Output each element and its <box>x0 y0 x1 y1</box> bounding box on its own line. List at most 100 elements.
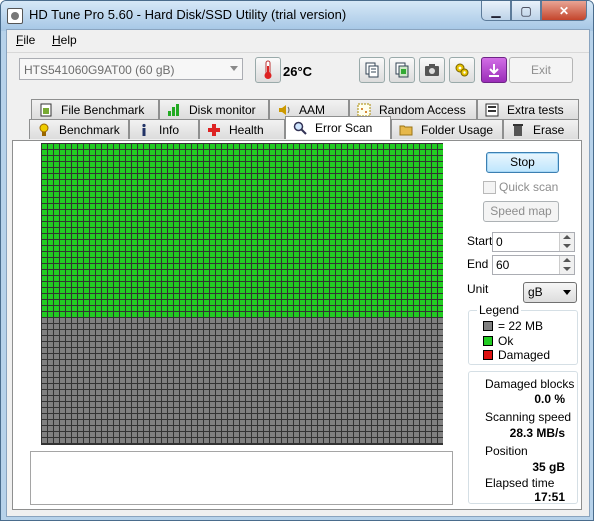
scan-block <box>138 210 143 215</box>
tab-file-benchmark[interactable]: File Benchmark <box>31 99 159 119</box>
tab-erase[interactable]: Erase <box>503 119 579 139</box>
tab-label: AAM <box>299 102 326 117</box>
unit-select[interactable]: gB <box>523 282 577 303</box>
scan-block <box>192 336 197 341</box>
scan-block <box>360 372 365 377</box>
scan-block <box>426 258 431 263</box>
screenshot-button[interactable] <box>419 57 445 83</box>
scan-block <box>414 192 419 197</box>
scan-block <box>408 384 413 389</box>
tab-info[interactable]: Info <box>129 119 199 139</box>
scan-block <box>306 276 311 281</box>
scan-block <box>438 174 443 179</box>
scan-block <box>336 204 341 209</box>
options-button[interactable] <box>449 57 475 83</box>
temperature-readout: 26°C <box>283 64 313 79</box>
speed-map-button[interactable]: Speed map <box>483 201 559 222</box>
scan-block <box>360 342 365 347</box>
scan-block <box>72 192 77 197</box>
scan-block <box>270 384 275 389</box>
scan-block <box>168 174 173 179</box>
scan-block <box>270 348 275 353</box>
scan-block <box>240 342 245 347</box>
scan-block <box>60 282 65 287</box>
temperature-button[interactable] <box>255 57 281 83</box>
scan-block <box>276 384 281 389</box>
menu-file[interactable]: File <box>16 33 35 47</box>
scan-block <box>348 258 353 263</box>
scan-block <box>66 282 71 287</box>
tab-health[interactable]: Health <box>199 119 285 139</box>
scan-block <box>306 348 311 353</box>
menu-help[interactable]: Help <box>52 33 77 47</box>
scan-block <box>372 426 377 431</box>
scan-block <box>390 246 395 251</box>
scan-block <box>396 174 401 179</box>
scan-block <box>138 384 143 389</box>
start-spin-down-icon[interactable] <box>559 242 574 251</box>
scan-block <box>198 414 203 419</box>
scan-block <box>330 180 335 185</box>
scan-block <box>126 210 131 215</box>
tab-extra-tests[interactable]: Extra tests <box>477 99 579 119</box>
scan-block <box>222 348 227 353</box>
scan-block <box>192 186 197 191</box>
close-button[interactable]: ✕ <box>541 1 587 21</box>
scan-block <box>420 408 425 413</box>
tab-error-scan[interactable]: Error Scan <box>285 116 391 139</box>
tab-disk-monitor[interactable]: Disk monitor <box>159 99 269 119</box>
scan-block <box>252 204 257 209</box>
copy-screen-button[interactable] <box>389 57 415 83</box>
end-spin-up-icon[interactable] <box>559 256 574 265</box>
scan-block <box>360 228 365 233</box>
scan-block <box>234 270 239 275</box>
legend-block-size-label: = 22 MB <box>498 319 544 333</box>
scan-block <box>294 360 299 365</box>
scan-block <box>294 384 299 389</box>
scan-block <box>48 408 53 413</box>
start-spin-up-icon[interactable] <box>559 233 574 242</box>
scan-block <box>270 264 275 269</box>
scan-block <box>390 198 395 203</box>
start-input[interactable]: 0 <box>492 232 575 252</box>
scan-block <box>48 168 53 173</box>
scan-block <box>414 240 419 245</box>
save-button[interactable] <box>481 57 507 83</box>
drive-select[interactable]: HTS541060G9AT00 (60 gB) <box>19 58 243 80</box>
scan-block <box>336 318 341 323</box>
scan-block <box>342 168 347 173</box>
copy-text-button[interactable] <box>359 57 385 83</box>
scan-block <box>192 276 197 281</box>
scan-block <box>96 300 101 305</box>
scan-block <box>336 366 341 371</box>
scan-block <box>216 306 221 311</box>
quick-scan-checkbox[interactable] <box>483 181 496 194</box>
scan-block <box>114 192 119 197</box>
minimize-button[interactable]: ▁ <box>481 1 511 21</box>
scan-block <box>120 156 125 161</box>
end-spin-down-icon[interactable] <box>559 265 574 274</box>
scan-block <box>282 378 287 383</box>
scan-block <box>258 276 263 281</box>
scan-block <box>258 426 263 431</box>
scan-block <box>276 210 281 215</box>
scan-block <box>330 336 335 341</box>
maximize-button[interactable]: ▢ <box>511 1 541 21</box>
scan-block <box>174 288 179 293</box>
exit-button[interactable]: Exit <box>509 57 573 83</box>
scan-block <box>318 372 323 377</box>
scan-block <box>204 210 209 215</box>
scan-block <box>408 156 413 161</box>
scan-block <box>174 414 179 419</box>
title-bar[interactable]: HD Tune Pro 5.60 - Hard Disk/SSD Utility… <box>1 1 593 29</box>
tab-folder-usage[interactable]: Folder Usage <box>391 119 503 139</box>
end-input[interactable]: 60 <box>492 255 575 275</box>
scan-block <box>234 228 239 233</box>
scan-block <box>270 390 275 395</box>
scan-block <box>144 378 149 383</box>
tab-benchmark[interactable]: Benchmark <box>29 119 129 139</box>
scan-block <box>84 312 89 317</box>
stop-button[interactable]: Stop <box>486 152 559 173</box>
scan-block <box>90 366 95 371</box>
scan-block <box>132 348 137 353</box>
